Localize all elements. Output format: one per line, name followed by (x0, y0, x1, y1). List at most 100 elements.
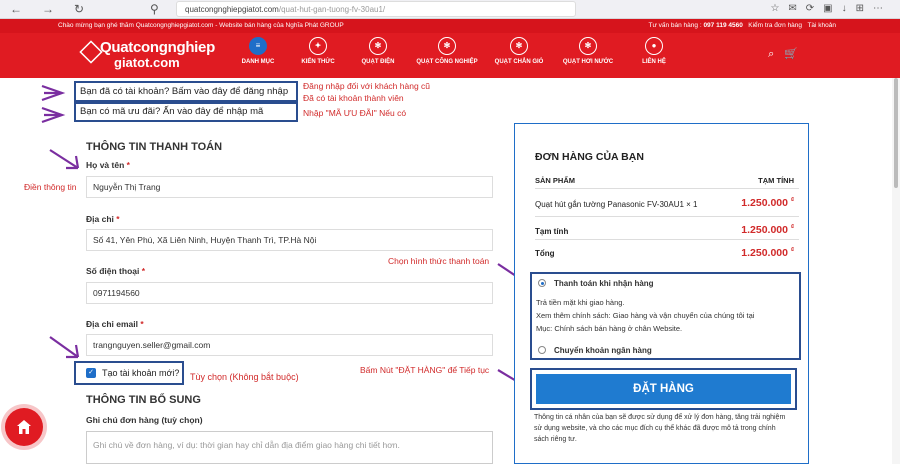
logo-line2: giatot.com (114, 55, 180, 70)
fan-icon: ✻ (579, 37, 597, 55)
location-icon: ● (645, 37, 663, 55)
menu-lien-he[interactable]: ● LIÊN HỆ (624, 35, 684, 65)
extra-info-title: THÔNG TIN BỔ SUNG (86, 394, 201, 406)
email-label: Địa chỉ email * (86, 319, 144, 329)
billing-title: THÔNG TIN THANH TOÁN (86, 141, 223, 153)
privacy-note: Thông tin cá nhân của bạn sẽ được sử dụn… (534, 414, 786, 443)
scrollbar-thumb[interactable] (894, 78, 898, 188)
menu-label: QUẠT ĐIỆN (361, 59, 395, 65)
address-label-text: Địa chỉ (86, 214, 114, 224)
divider (535, 188, 799, 189)
cod-label[interactable]: Thanh toán khi nhận hàng (554, 279, 654, 288)
annotation-arrow (49, 149, 80, 170)
menu-danh-muc[interactable]: ≡ DANH MỤC (228, 35, 288, 65)
email-label-text: Địa chỉ email (86, 319, 138, 329)
total-value: 1.250.000 (741, 247, 788, 259)
reload-icon[interactable]: ↻ (74, 2, 84, 16)
annotation-arrow (41, 84, 66, 102)
currency-symbol: ₫ (790, 197, 794, 204)
bank-label[interactable]: Chuyển khoản ngân hàng (554, 346, 652, 355)
create-account-checkbox[interactable]: ✓ (86, 368, 96, 378)
top-info-bar: Chào mừng bạn ghé thăm Quatcongnghiepgia… (0, 19, 900, 33)
welcome-text: Chào mừng bạn ghé thăm Quatcongnghiepgia… (58, 22, 344, 29)
account-link[interactable]: Tài khoản (807, 22, 836, 29)
menu-label: QUẠT CHẮN GIÓ (494, 59, 544, 65)
col-subtotal: TẠM TÍNH (758, 176, 794, 185)
required-mark: * (126, 160, 130, 170)
name-label: Họ và tên * (86, 160, 130, 170)
required-mark: * (141, 266, 146, 276)
bank-radio[interactable] (538, 346, 546, 354)
cod-desc-3: Mục: Chính sách bán hàng ở chân Website. (536, 324, 683, 333)
menu-label: LIÊN HỆ (642, 59, 666, 65)
hotline-label: Tư vấn bán hàng : (648, 22, 702, 29)
address-field[interactable]: Số 41, Yên Phú, Xã Liên Ninh, Huyện Than… (86, 229, 493, 251)
order-item: Quạt hút gắn tường Panasonic FV-30AU1 × … (535, 200, 698, 209)
cod-desc-2: Xem thêm chính sách: Giao hàng và vận ch… (536, 311, 755, 320)
total: 1.250.000 ₫ (741, 247, 794, 259)
login-note-2: Đã có tài khoản thành viên (303, 93, 404, 103)
url-domain: quatcongnghiepgiatot.com (185, 5, 279, 14)
subtotal-label: Tạm tính (535, 227, 569, 236)
phone-label: Số điện thoại * (86, 266, 145, 276)
item-qty: × 1 (686, 200, 698, 209)
name-field[interactable]: Nguyễn Thị Trang (86, 176, 493, 198)
email-field[interactable]: trangnguyen.seller@gmail.com (86, 334, 493, 356)
browser-toolbar: ← → ↻ ⚲ quatcongnghiepgiatot.com/quat-hu… (0, 0, 900, 19)
home-button[interactable] (5, 408, 43, 446)
create-account-label: Tạo tài khoản mới? (102, 368, 180, 378)
payment-choose-note: Chọn hình thức thanh toán (388, 256, 490, 266)
cart-icon[interactable]: 🛒 (784, 48, 808, 60)
currency-symbol: ₫ (790, 224, 794, 231)
item-price: 1.250.000 ₫ (741, 197, 794, 209)
total-label: Tổng (535, 249, 555, 258)
url-path: /quat-hut-gan-tuong-fv-30au1/ (278, 5, 386, 14)
menu-quat-cong-nghiep[interactable]: ✻ QUẠT CÔNG NGHIỆP (408, 35, 486, 65)
search-icon[interactable]: ⌕ (768, 48, 784, 60)
item-price-value: 1.250.000 (741, 197, 788, 209)
login-prompt[interactable]: Bạn đã có tài khoản? Bấm vào đây để đăng… (74, 81, 298, 102)
order-check-link[interactable]: Kiểm tra đơn hàng (748, 22, 802, 29)
required-mark: * (140, 319, 144, 329)
order-notes-field[interactable]: Ghi chú về đơn hàng, ví dụ: thời gian ha… (86, 431, 493, 464)
required-mark: * (116, 214, 120, 224)
name-label-text: Họ và tên (86, 160, 125, 170)
place-order-note: Bấm Nút "ĐẶT HÀNG" để Tiếp tục (360, 365, 490, 375)
address-label: Địa chỉ * (86, 214, 120, 224)
main-menu: ≡ DANH MỤC ✦ KIẾN THỨC ✻ QUẠT ĐIỆN ✻ QUẠT CÔ… (228, 35, 684, 65)
create-account-option[interactable]: ✓ Tạo tài khoản mới? (74, 361, 184, 385)
menu-label: DANH MỤC (241, 59, 275, 65)
order-notes-label: Ghi chú đơn hàng (tuỳ chọn) (86, 415, 203, 425)
menu-kien-thuc[interactable]: ✦ KIẾN THỨC (288, 35, 348, 65)
cod-radio[interactable] (538, 279, 546, 287)
annotation-arrow (49, 336, 80, 359)
fan-icon: ✻ (369, 37, 387, 55)
login-note-1: Đăng nhập đối với khách hàng cũ (303, 81, 431, 91)
cod-desc-1: Trả tiền mặt khi giao hàng. (536, 298, 625, 307)
bulb-icon: ✦ (309, 37, 327, 55)
menu-quat-hoi-nuoc[interactable]: ✻ QUẠT HƠI NƯỚC (552, 35, 624, 65)
divider (535, 216, 799, 217)
top-links: Tư vấn bán hàng : 097 119 4560 Kiểm tra … (648, 19, 836, 33)
menu-quat-dien[interactable]: ✻ QUẠT ĐIỆN (348, 35, 408, 65)
forward-icon[interactable]: → (42, 2, 54, 16)
payment-methods: Thanh toán khi nhận hàng Trả tiền mặt kh… (530, 272, 801, 360)
create-account-note: Tùy chọn (Không bắt buộc) (190, 372, 299, 382)
coupon-prompt[interactable]: Bạn có mã ưu đãi? Ấn vào đây để nhập mã (74, 102, 298, 122)
currency-symbol: ₫ (790, 247, 794, 254)
page-scrollbar[interactable] (892, 78, 900, 464)
logo-line1: Quatcongnghiep (100, 39, 215, 56)
address-bar[interactable]: quatcongnghiepgiatot.com/quat-hut-gan-tu… (176, 1, 576, 17)
place-order-highlight: ĐẶT HÀNG (530, 368, 797, 410)
hotline-number[interactable]: 097 119 4560 (703, 22, 742, 29)
place-order-button[interactable]: ĐẶT HÀNG (536, 374, 791, 404)
menu-label: QUẠT CÔNG NGHIỆP (416, 59, 478, 65)
browser-toolbar-icons[interactable]: ☆✉⟳▣↓⊞⋯ (770, 3, 892, 14)
subtotal: 1.250.000 ₫ (741, 224, 794, 236)
menu-quat-chan-gio[interactable]: ✻ QUẠT CHẮN GIÓ (486, 35, 552, 65)
fan-icon: ✻ (510, 37, 528, 55)
back-icon[interactable]: ← (10, 2, 22, 16)
phone-field[interactable]: 0971194560 (86, 282, 493, 304)
home-icon (17, 420, 31, 434)
hamburger-icon: ≡ (249, 37, 267, 55)
